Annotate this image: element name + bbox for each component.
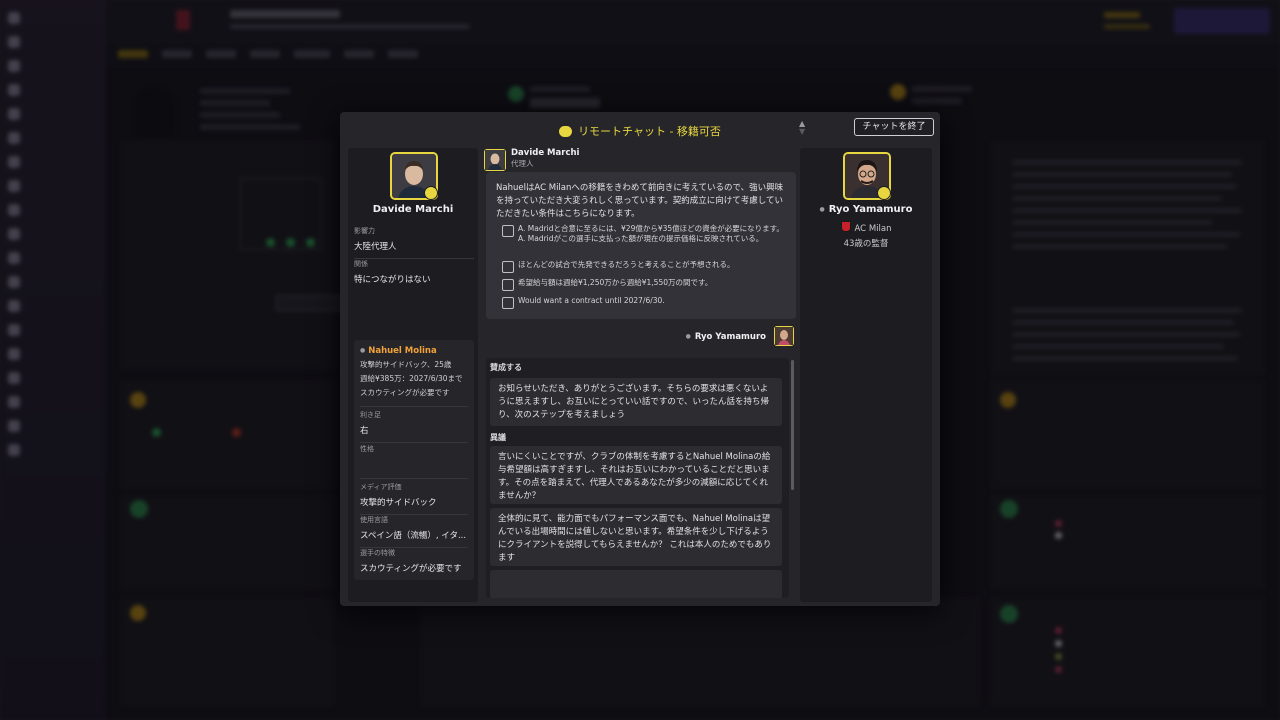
player-summary: ● Nahuel Molina 攻撃的サイドバック、25歳 週給¥385万：20… bbox=[360, 346, 470, 398]
field-label: 性格 bbox=[360, 445, 374, 453]
player-contract: 週給¥385万：2027/6/30まで bbox=[360, 374, 463, 383]
condition-item: Would want a contract until 2027/6/30. bbox=[502, 296, 786, 309]
field-label: 利き足 bbox=[360, 411, 381, 419]
manager-age: 43歳の監督 bbox=[843, 239, 889, 249]
dialog-header: リモートチャット - 移籍可否 ▲ ▼ チャットを終了 bbox=[340, 112, 940, 148]
condition-item: 希望給与額は週給¥1,250万から週給¥1,550万の間です。 bbox=[502, 278, 786, 291]
field-value bbox=[360, 458, 468, 468]
chat-column: Davide Marchi 代理人 NahuelはAC Milanへの移籍をきわ… bbox=[484, 146, 796, 598]
condition-item: ほとんどの試合で先発できるだろうと考えることが予想される。 bbox=[502, 260, 786, 273]
reply-option-agree[interactable]: お知らせいただき、ありがとうございます。そちらの要求は悪くないように思えますし、… bbox=[490, 378, 782, 426]
player-field: 使用言語 スペイン語（流暢）, イタ... bbox=[360, 515, 468, 548]
reply-option-object[interactable]: 全体的に見て、能力面でもパフォーマンス面でも、Nahuel Molinaは望んで… bbox=[490, 508, 782, 566]
field-label: 使用言語 bbox=[360, 516, 388, 524]
field-value: スカウティングが必要です bbox=[360, 564, 462, 574]
player-field: 選手の特徴 スカウティングが必要です bbox=[360, 548, 468, 574]
reply-options: 賛成する お知らせいただき、ありがとうございます。そちらの要求は悪くないように思… bbox=[486, 358, 789, 598]
field-value: 特につながりはない bbox=[354, 275, 431, 285]
end-chat-button[interactable]: チャットを終了 bbox=[854, 118, 934, 136]
field-label: 影響力 bbox=[354, 227, 375, 235]
field-label: 選手の特徴 bbox=[360, 549, 395, 557]
player-field: 性格 bbox=[360, 444, 468, 479]
chat-badge-icon bbox=[424, 186, 438, 200]
condition-item: A. Madridと合意に至るには、¥29億から¥35億ほどの資金が必要になりま… bbox=[502, 224, 786, 243]
player-card: ● Nahuel Molina 攻撃的サイドバック、25歳 週給¥385万：20… bbox=[354, 340, 474, 580]
message-body: NahuelはAC Milanへの移籍をきわめて前向きに考えているので、強い興味… bbox=[496, 183, 784, 219]
field-label: 関係 bbox=[354, 260, 368, 268]
money-icon bbox=[502, 225, 514, 237]
player-field: メディア評価 攻撃的サイドバック bbox=[360, 482, 468, 515]
player-scouting: スカウティングが必要です bbox=[360, 388, 450, 397]
person-icon: ● bbox=[360, 347, 366, 354]
message-sender-role: 代理人 bbox=[511, 159, 534, 168]
collapse-toggle[interactable]: ▲ ▼ bbox=[799, 120, 805, 136]
chat-bubble-icon bbox=[559, 121, 573, 137]
field-value: スペイン語（流暢）, イタ... bbox=[360, 531, 467, 541]
agent-field: 関係 特につながりはない bbox=[354, 259, 474, 285]
reply-option-object[interactable]: 言いにくいことですが、クラブの体制を考慮するとNahuel Molinaの給与希… bbox=[490, 446, 782, 504]
user-reply-header: Ryo Yamamuro bbox=[484, 324, 796, 348]
message-sender: Davide Marchi bbox=[511, 148, 580, 158]
manager-panel: Ryo Yamamuro AC Milan 43歳の監督 bbox=[800, 148, 932, 602]
dialog-title: リモートチャット - 移籍可否 bbox=[340, 121, 940, 139]
player-position: 攻撃的サイドバック、25歳 bbox=[360, 360, 452, 369]
agent-mini-avatar bbox=[484, 149, 506, 171]
field-value: 右 bbox=[360, 426, 369, 436]
contract-icon bbox=[502, 297, 514, 309]
field-label: メディア評価 bbox=[360, 483, 402, 491]
field-value: 攻撃的サイドバック bbox=[360, 498, 437, 508]
reply-sender: Ryo Yamamuro bbox=[686, 332, 766, 342]
player-name[interactable]: ● Nahuel Molina bbox=[360, 346, 470, 356]
object-section-title: 異議 bbox=[490, 433, 506, 442]
player-field: 利き足 右 bbox=[360, 410, 468, 443]
reply-scrollbar[interactable] bbox=[791, 360, 794, 490]
agree-section-title: 賛成する bbox=[490, 363, 522, 372]
remote-chat-dialog: リモートチャット - 移籍可否 ▲ ▼ チャットを終了 Davide March… bbox=[340, 112, 940, 606]
field-value: 大陸代理人 bbox=[354, 242, 397, 252]
manager-name: Ryo Yamamuro bbox=[800, 204, 932, 215]
club-crest-icon bbox=[840, 221, 851, 232]
user-mini-avatar bbox=[774, 326, 794, 346]
manager-club[interactable]: AC Milan bbox=[800, 221, 932, 234]
chat-badge-icon bbox=[877, 186, 891, 200]
reply-option-more[interactable] bbox=[490, 570, 782, 598]
agent-message: NahuelはAC Milanへの移籍をきわめて前向きに考えているので、強い興味… bbox=[486, 172, 796, 319]
chevron-down-icon: ▼ bbox=[799, 127, 806, 136]
agent-field: 影響力 大陸代理人 bbox=[354, 226, 474, 259]
agent-panel: Davide Marchi 影響力 大陸代理人 関係 特につながりはない ● N… bbox=[348, 148, 478, 602]
contract-icon bbox=[502, 279, 514, 291]
agent-name: Davide Marchi bbox=[372, 204, 454, 215]
lineup-icon bbox=[502, 261, 514, 273]
